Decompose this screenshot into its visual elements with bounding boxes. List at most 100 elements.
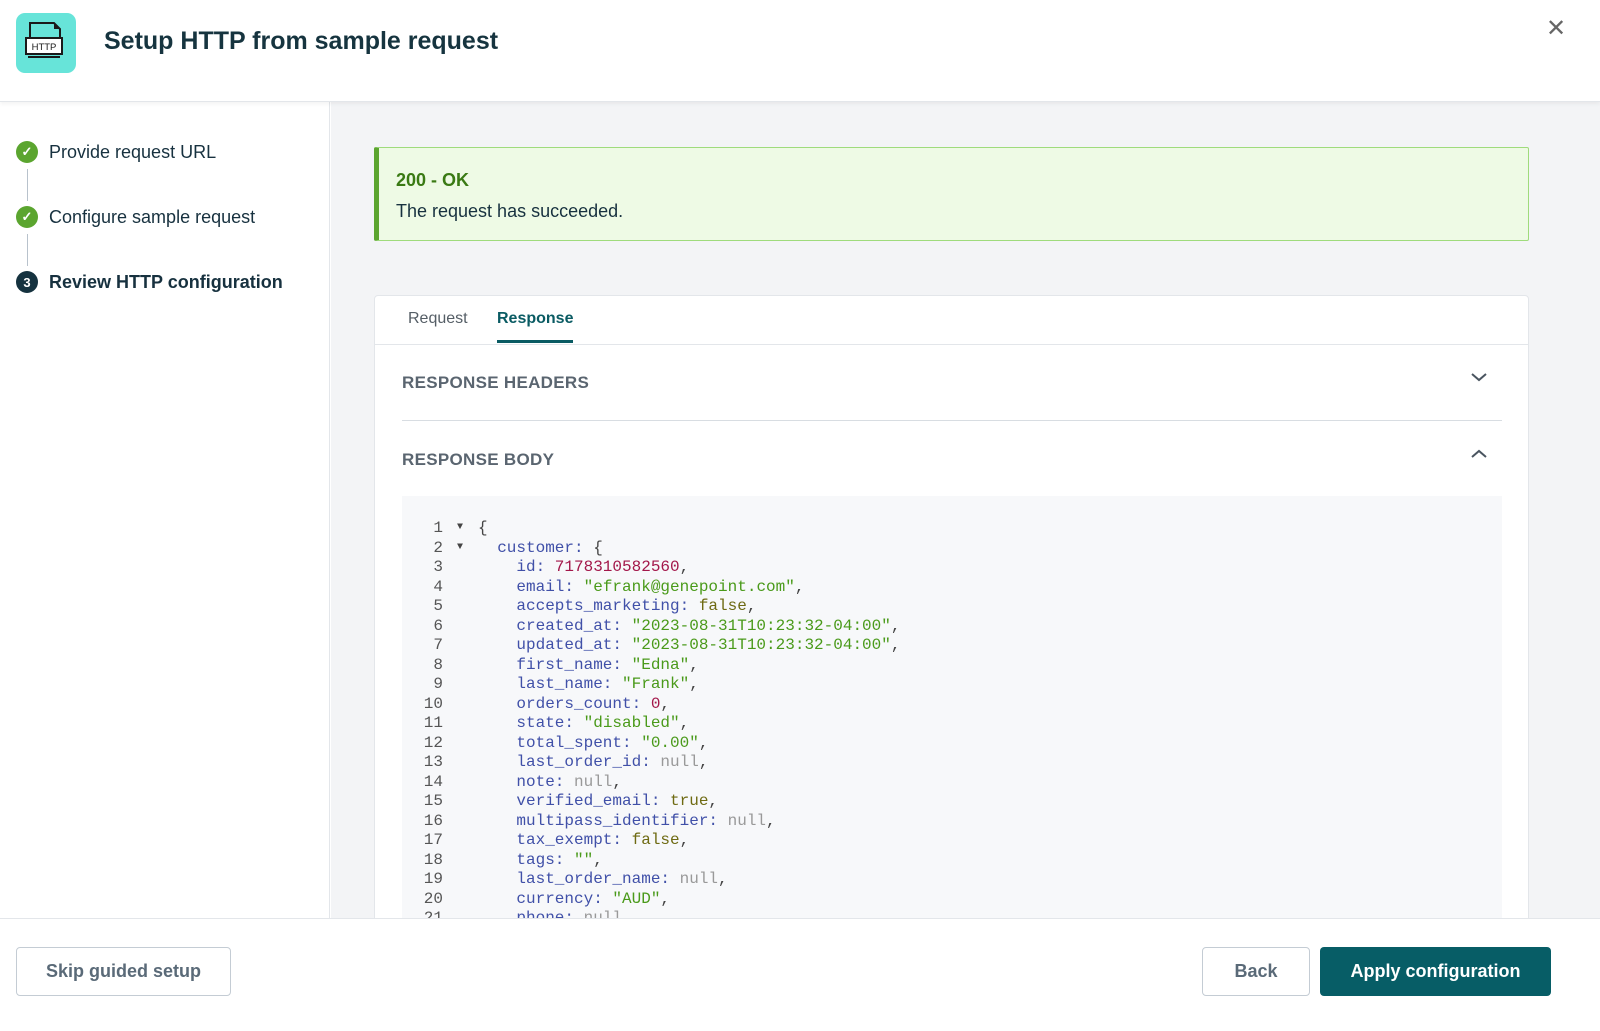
- code-text: last_order_name: null,: [516, 869, 727, 889]
- line-number: 4: [433, 577, 443, 596]
- line-number: 14: [423, 772, 443, 791]
- apply-configuration-button[interactable]: Apply configuration: [1320, 947, 1551, 996]
- line-number: 7: [433, 636, 443, 654]
- code-text: note: null,: [516, 772, 622, 792]
- page-title: Setup HTTP from sample request: [104, 27, 499, 55]
- code-token: ,: [679, 831, 690, 849]
- code-text: orders_count: 0,: [516, 694, 670, 714]
- tab-response[interactable]: Response: [497, 310, 574, 343]
- step-provide-url[interactable]: ✓ Provide request URL: [16, 141, 216, 163]
- code-token: ,: [660, 694, 671, 713]
- skip-guided-setup-button[interactable]: Skip guided setup: [16, 947, 231, 996]
- code-line: 9 last_name: "Frank",: [402, 674, 1502, 694]
- fold-arrow-icon[interactable]: ▼: [457, 538, 463, 558]
- code-token: ,: [890, 636, 901, 654]
- modal-header: HTTP Setup HTTP from sample request ✕: [0, 0, 1600, 102]
- code-token: verified_email:: [516, 792, 671, 810]
- code-line: 16 multipass_identifier: null,: [402, 811, 1502, 831]
- code-token: false: [698, 597, 747, 615]
- code-token: "0.00": [641, 733, 699, 752]
- line-number: 3: [433, 558, 443, 576]
- code-token: last_order_id:: [516, 753, 661, 771]
- code-text: email: "efrank@genepoint.com",: [516, 577, 804, 597]
- step-connector: [27, 169, 28, 201]
- code-text: tags: "",: [516, 850, 602, 870]
- response-body-code[interactable]: 1 ▼{2 ▼ customer: {3 id: 7178310582560, 4 emai…: [402, 496, 1502, 918]
- back-button[interactable]: Back: [1202, 947, 1310, 996]
- step-label: Review HTTP configuration: [49, 271, 283, 292]
- code-token: note:: [516, 772, 574, 791]
- check-icon: ✓: [16, 141, 38, 163]
- code-token: ,: [890, 616, 901, 635]
- line-number: 8: [433, 655, 443, 674]
- code-token: ,: [679, 714, 690, 732]
- line-number: 15: [423, 792, 443, 810]
- response-body-section[interactable]: RESPONSE BODY: [402, 422, 1502, 498]
- tab-bar: Request Response: [375, 296, 1528, 345]
- code-token: ,: [593, 850, 603, 869]
- code-line: 17 tax_exempt: false,: [402, 830, 1502, 850]
- step-connector: [27, 234, 28, 266]
- code-text: total_spent: "0.00",: [516, 733, 708, 753]
- line-number: 5: [433, 597, 443, 615]
- step-label: Configure sample request: [49, 206, 256, 227]
- code-text: first_name: "Edna",: [516, 655, 698, 675]
- code-token: null: [583, 909, 623, 918]
- code-token: ,: [708, 792, 719, 810]
- code-token: 0: [650, 694, 661, 713]
- close-icon[interactable]: ✕: [1546, 14, 1566, 43]
- line-number: 12: [423, 733, 443, 752]
- code-token: tags:: [516, 850, 574, 869]
- response-headers-section[interactable]: RESPONSE HEADERS: [402, 345, 1502, 421]
- code-token: {: [593, 538, 603, 557]
- code-token: orders_count:: [516, 694, 651, 713]
- code-token: ,: [622, 909, 632, 918]
- line-number: 9: [433, 675, 443, 693]
- main-content: 200 - OK The request has succeeded. Requ…: [331, 102, 1600, 918]
- code-line: 12 total_spent: "0.00",: [402, 733, 1502, 753]
- code-line: 2 ▼ customer: {: [402, 538, 1502, 558]
- code-token: "Frank": [622, 675, 690, 693]
- line-number: 13: [423, 753, 443, 771]
- code-text: updated_at: "2023-08-31T10:23:32-04:00",: [516, 635, 900, 655]
- code-token: email:: [516, 577, 584, 596]
- code-token: "disabled": [583, 714, 680, 732]
- code-text: tax_exempt: false,: [516, 830, 689, 850]
- code-line: 14 note: null,: [402, 772, 1502, 792]
- code-token: null: [679, 870, 719, 888]
- fold-arrow-icon[interactable]: ▼: [457, 518, 463, 538]
- code-line: 1 ▼ {: [402, 518, 1502, 538]
- code-token: ,: [689, 655, 699, 674]
- chevron-up-icon[interactable]: [1470, 444, 1488, 465]
- code-line: 20 currency: "AUD",: [402, 889, 1502, 909]
- step-label: Provide request URL: [49, 141, 217, 162]
- code-token: ,: [698, 753, 709, 771]
- tab-request[interactable]: Request: [408, 310, 468, 340]
- code-token: tax_exempt:: [516, 831, 632, 849]
- section-heading: RESPONSE BODY: [402, 450, 555, 469]
- step-review-config[interactable]: 3 Review HTTP configuration: [16, 271, 283, 293]
- code-token: null: [660, 753, 699, 771]
- code-text: {: [478, 518, 488, 538]
- code-token: ,: [698, 733, 709, 752]
- code-token: "2023-08-31T10:23:32-04:00": [631, 636, 891, 654]
- code-line: 11 state: "disabled",: [402, 713, 1502, 733]
- code-token: null: [574, 772, 613, 791]
- code-text: accepts_marketing: false,: [516, 596, 756, 616]
- code-text: id: 7178310582560,: [516, 557, 689, 577]
- code-token: "": [574, 850, 594, 869]
- code-text: customer: {: [497, 538, 603, 558]
- step-configure-request[interactable]: ✓ Configure sample request: [16, 206, 255, 228]
- code-token: phone:: [516, 909, 584, 918]
- code-token: true: [670, 792, 709, 810]
- chevron-down-icon[interactable]: [1470, 367, 1488, 388]
- code-token: customer:: [497, 538, 594, 557]
- step-number-badge: 3: [16, 271, 38, 293]
- code-line: 5 accepts_marketing: false,: [402, 596, 1502, 616]
- code-token: first_name:: [516, 655, 632, 674]
- code-text: verified_email: true,: [516, 791, 718, 811]
- code-token: id:: [516, 558, 555, 576]
- code-text: last_name: "Frank",: [516, 674, 698, 694]
- code-token: "Edna": [631, 655, 690, 674]
- code-token: {: [478, 519, 488, 537]
